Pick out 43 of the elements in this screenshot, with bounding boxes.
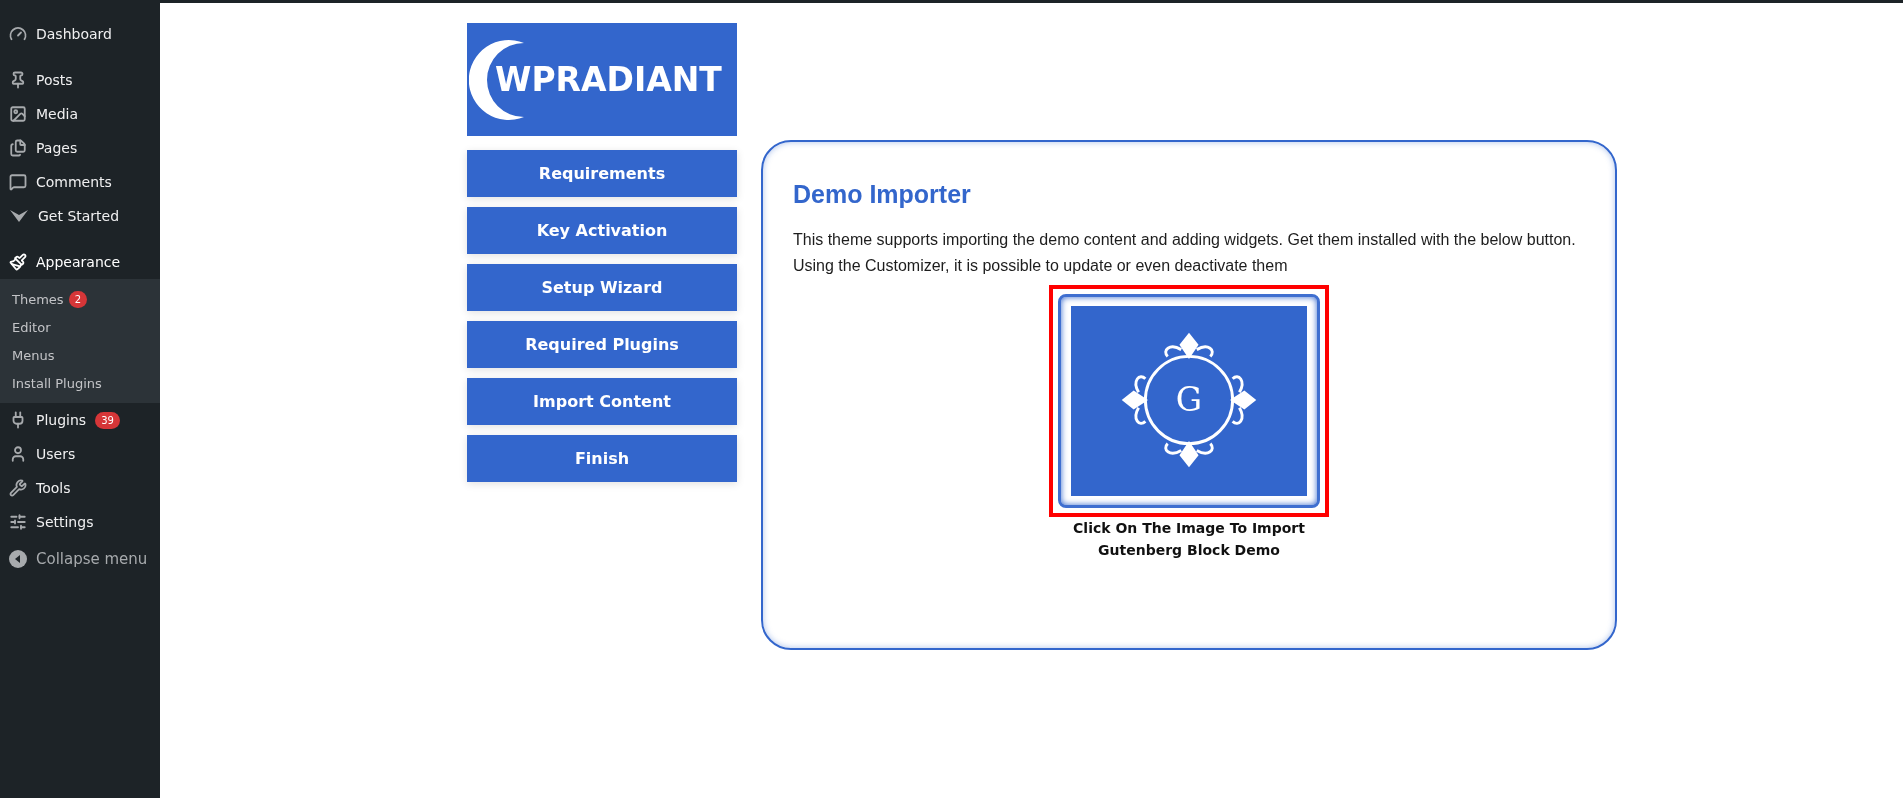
menu-item[interactable]: Plugins 39	[0, 403, 160, 437]
user-icon	[9, 445, 27, 463]
panel-description: This theme supports importing the demo content and adding widgets. Get them installed with the below button. Using the Customizer, it is possible to update or even deactivate them	[793, 230, 1577, 276]
ornament-icon	[1121, 332, 1257, 468]
menu-item[interactable]: Posts	[0, 63, 160, 97]
demo-thumbnail: G	[1071, 306, 1307, 496]
count-badge: 39	[95, 411, 120, 429]
submenu-item[interactable]: Editor	[0, 313, 160, 341]
menu-item[interactable]: Media	[0, 97, 160, 131]
wrench-icon	[9, 479, 27, 497]
step-button[interactable]: Key Activation	[467, 207, 737, 254]
submenu-item[interactable]: Themes 2	[0, 285, 160, 313]
brush-icon	[9, 253, 27, 271]
step-button[interactable]: Requirements	[467, 150, 737, 197]
menu-item[interactable]: Get Started	[0, 199, 160, 233]
menu-item[interactable]: Users	[0, 437, 160, 471]
media-icon	[9, 105, 27, 123]
settings-icon	[9, 513, 27, 531]
demo-caption: Gutenberg Block Demo	[1098, 541, 1280, 560]
chevron-icon	[9, 208, 29, 224]
step-button[interactable]: Finish	[467, 435, 737, 482]
step-button[interactable]: Setup Wizard	[467, 264, 737, 311]
demo-image-button[interactable]: G	[1049, 285, 1329, 517]
submenu-item[interactable]: Menus	[0, 341, 160, 369]
comments-icon	[9, 173, 27, 191]
menu-item[interactable]: Appearance	[0, 245, 160, 279]
dashboard-icon	[9, 25, 27, 43]
menu-item[interactable]: Dashboard	[0, 17, 160, 51]
pages-icon	[9, 139, 27, 157]
step-button[interactable]: Required Plugins	[467, 321, 737, 368]
count-badge: 2	[68, 290, 87, 308]
collapse-menu-button[interactable]: Collapse menu	[0, 541, 160, 577]
panel-title: Demo Importer	[793, 180, 972, 209]
demo-caption: Click On The Image To Import	[1073, 519, 1305, 538]
collapse-icon	[9, 550, 27, 568]
menu-item[interactable]: Pages	[0, 131, 160, 165]
logo: WPRADIANT	[467, 23, 737, 136]
step-button[interactable]: Import Content	[467, 378, 737, 425]
menu-item[interactable]: Settings	[0, 505, 160, 539]
submenu-item[interactable]: Install Plugins	[0, 369, 160, 397]
pin-icon	[9, 71, 27, 89]
menu-item[interactable]: Comments	[0, 165, 160, 199]
menu-item[interactable]: Tools	[0, 471, 160, 505]
